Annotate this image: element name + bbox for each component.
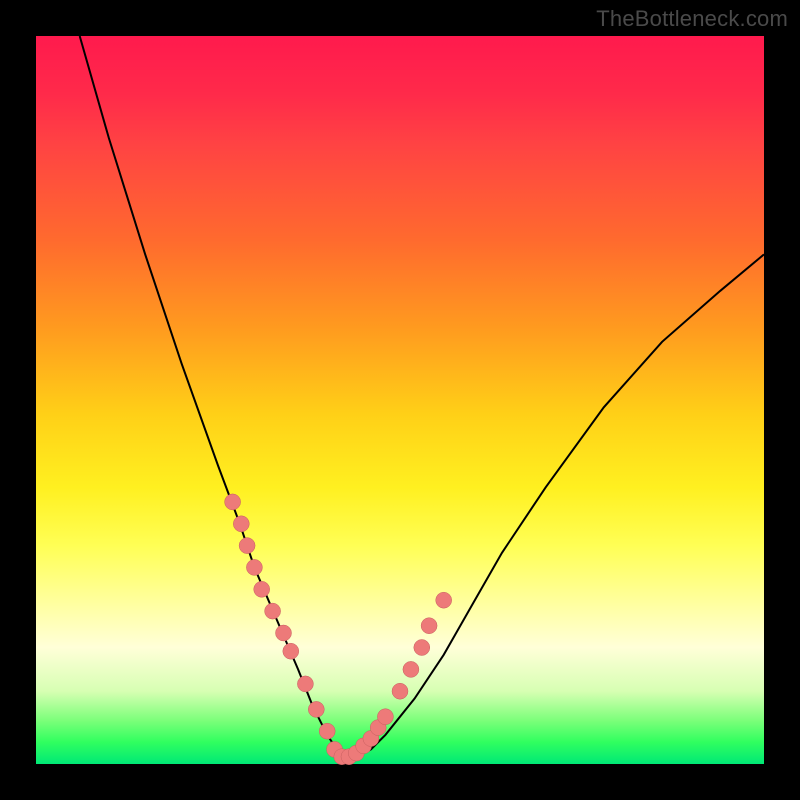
data-dot (414, 640, 430, 656)
data-dot (225, 494, 241, 510)
data-dot (283, 643, 299, 659)
data-dot (421, 618, 437, 634)
data-dot (377, 709, 393, 725)
data-dot (254, 581, 270, 597)
data-dot (297, 676, 313, 692)
data-dot (392, 683, 408, 699)
data-dot (276, 625, 292, 641)
chart-frame: TheBottleneck.com (0, 0, 800, 800)
data-dots-group (225, 494, 452, 765)
data-dot (239, 538, 255, 554)
data-dot (265, 603, 281, 619)
data-dot (246, 559, 262, 575)
data-dot (436, 592, 452, 608)
watermark-text: TheBottleneck.com (596, 6, 788, 32)
chart-overlay (36, 36, 764, 764)
data-dot (403, 661, 419, 677)
data-dot (319, 723, 335, 739)
data-dot (233, 516, 249, 532)
data-dot (308, 701, 324, 717)
